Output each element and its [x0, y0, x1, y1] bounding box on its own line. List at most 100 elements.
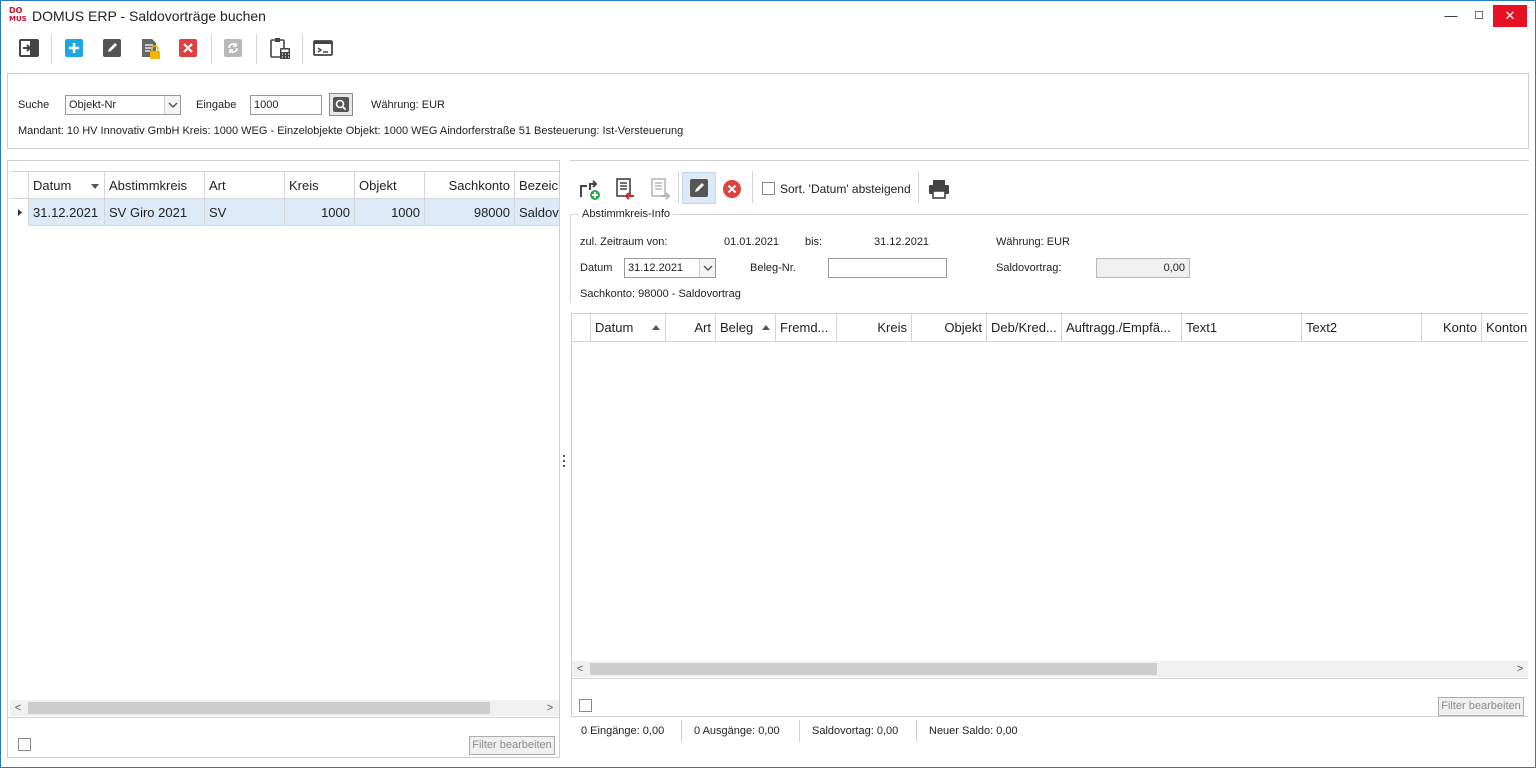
cell-kreis[interactable]: 1000 — [285, 199, 355, 226]
close-button[interactable]: ✕ — [1493, 5, 1527, 27]
delete-button[interactable] — [176, 36, 200, 60]
col-header-beleg[interactable]: Beleg — [716, 314, 776, 342]
col-header-datum[interactable]: Datum — [591, 314, 666, 342]
eingabe-label: Eingabe — [196, 99, 237, 111]
suche-combo[interactable]: Objekt-Nr — [65, 95, 181, 115]
eingabe-input[interactable]: 1000 — [250, 95, 322, 115]
right-horizontal-scrollbar[interactable]: < > — [572, 661, 1528, 677]
col-header-konton[interactable]: Konton — [1482, 314, 1528, 342]
col-header-deb-kred[interactable]: Deb/Kred... — [987, 314, 1062, 342]
scroll-right-arrow-icon[interactable]: > — [1512, 661, 1528, 677]
logo-bottom-text: MUS — [9, 15, 27, 23]
status-bar: 0 Eingänge: 0,00 0 Ausgänge: 0,00 Saldov… — [570, 720, 1529, 742]
filter-edit-button[interactable]: Filter bearbeiten — [469, 736, 555, 755]
cell-sachkonto[interactable]: 98000 — [425, 199, 515, 226]
datum-label: Datum — [580, 262, 613, 274]
printer-icon — [929, 180, 949, 199]
filter-checkbox[interactable] — [18, 738, 31, 751]
refresh-icon — [224, 39, 242, 57]
status-separator — [799, 720, 800, 742]
sort-desc-label[interactable]: Sort. 'Datum' absteigend — [780, 182, 911, 196]
col-header-art[interactable]: Art — [666, 314, 716, 342]
col-header-label: Datum — [33, 178, 72, 193]
scroll-left-arrow-icon[interactable]: < — [10, 700, 26, 716]
left-grid-header: Datum Abstimmkreis Art Kreis Objekt Sach… — [10, 171, 559, 200]
maximize-button[interactable]: ☐ — [1467, 5, 1491, 27]
col-header-kreis[interactable]: Kreis — [837, 314, 912, 342]
print-button[interactable] — [927, 177, 951, 201]
sort-up-icon — [652, 325, 660, 330]
toolbar-separator — [918, 171, 919, 203]
chevron-down-icon[interactable] — [164, 96, 180, 114]
col-header-sachkonto[interactable]: Sachkonto — [425, 172, 515, 200]
exit-button[interactable] — [17, 36, 41, 60]
col-header-konto[interactable]: Konto — [1422, 314, 1482, 342]
cell-art[interactable]: SV — [205, 199, 285, 226]
sort-desc-checkbox[interactable] — [762, 182, 775, 195]
list-export-icon — [651, 178, 671, 200]
col-header-auftraggeber[interactable]: Auftragg./Empfä... — [1062, 314, 1182, 342]
col-header-text1[interactable]: Text1 — [1182, 314, 1302, 342]
cancel-icon — [723, 180, 741, 198]
saldovortrag-label: Saldovortrag: — [996, 262, 1062, 274]
status-separator — [916, 720, 917, 742]
list-import-icon — [616, 178, 634, 200]
scroll-right-arrow-icon[interactable]: > — [542, 700, 558, 716]
beleg-nr-input[interactable] — [828, 258, 947, 278]
col-header-label: Beleg — [720, 320, 754, 335]
table-row[interactable]: 31.12.2021 SV Giro 2021 SV 1000 1000 980… — [10, 199, 559, 226]
lock-document-icon — [142, 39, 160, 59]
col-header-text2[interactable]: Text2 — [1302, 314, 1422, 342]
col-header-kreis[interactable]: Kreis — [285, 172, 355, 200]
refresh-button[interactable] — [221, 36, 245, 60]
import-add-button[interactable] — [578, 177, 602, 201]
status-neuer-saldo: Neuer Saldo: 0,00 — [929, 725, 1018, 737]
scroll-left-arrow-icon[interactable]: < — [572, 661, 588, 677]
col-header-art[interactable]: Art — [205, 172, 285, 200]
suche-combo-value: Objekt-Nr — [69, 99, 117, 111]
booking-grid: Datum Art Beleg Fremd... Kreis Objekt De… — [571, 313, 1528, 717]
lock-document-button[interactable] — [138, 36, 162, 60]
clipboard-calculator-button[interactable] — [268, 36, 292, 60]
col-header-objekt[interactable]: Objekt — [355, 172, 425, 200]
col-header-abstimmkreis[interactable]: Abstimmkreis — [105, 172, 205, 200]
col-header-objekt[interactable]: Objekt — [912, 314, 987, 342]
edit-mode-button[interactable] — [682, 172, 716, 204]
col-header-datum[interactable]: Datum — [29, 172, 105, 200]
cell-objekt[interactable]: 1000 — [355, 199, 425, 226]
toolbar-separator — [678, 171, 679, 203]
cell-bezeichnung[interactable]: Saldovortrag — [515, 199, 559, 226]
panel-splitter[interactable] — [563, 455, 566, 471]
scrollbar-thumb[interactable] — [28, 702, 490, 714]
status-ausgaenge: 0 Ausgänge: 0,00 — [694, 725, 780, 737]
cancel-button[interactable] — [720, 177, 744, 201]
minimize-button[interactable]: — — [1439, 5, 1463, 27]
app-logo: DO MUS — [9, 7, 27, 25]
cell-abstimmkreis[interactable]: SV Giro 2021 — [105, 199, 205, 226]
datum-combo-value: 31.12.2021 — [628, 262, 684, 274]
booking-filter-edit-button[interactable]: Filter bearbeiten — [1438, 697, 1524, 716]
edit-button[interactable] — [100, 36, 124, 60]
cell-datum[interactable]: 31.12.2021 — [29, 199, 105, 226]
search-button[interactable] — [329, 93, 353, 116]
sort-up-icon — [762, 325, 770, 330]
list-import-button[interactable] — [613, 177, 637, 201]
datum-combo[interactable]: 31.12.2021 — [624, 258, 716, 278]
sort-down-icon — [91, 184, 99, 189]
scrollbar-thumb[interactable] — [590, 663, 1157, 675]
chevron-down-icon[interactable] — [699, 259, 715, 277]
left-horizontal-scrollbar[interactable]: < > — [10, 700, 559, 716]
col-header-bezeichnung[interactable]: Bezeichnung — [515, 172, 559, 200]
list-export-button[interactable] — [648, 177, 672, 201]
beleg-nr-label: Beleg-Nr. — [750, 262, 796, 274]
status-saldovortag: Saldovortag: 0,00 — [812, 725, 899, 737]
suche-label: Suche — [18, 99, 50, 111]
delete-icon — [179, 39, 197, 57]
window-button[interactable] — [311, 36, 335, 60]
col-header-fremd[interactable]: Fremd... — [776, 314, 837, 342]
add-button[interactable] — [62, 36, 86, 60]
import-add-icon — [580, 180, 600, 200]
zeitraum-von-value: 01.01.2021 — [724, 236, 780, 248]
exit-icon — [19, 39, 39, 57]
booking-filter-checkbox[interactable] — [579, 699, 592, 712]
